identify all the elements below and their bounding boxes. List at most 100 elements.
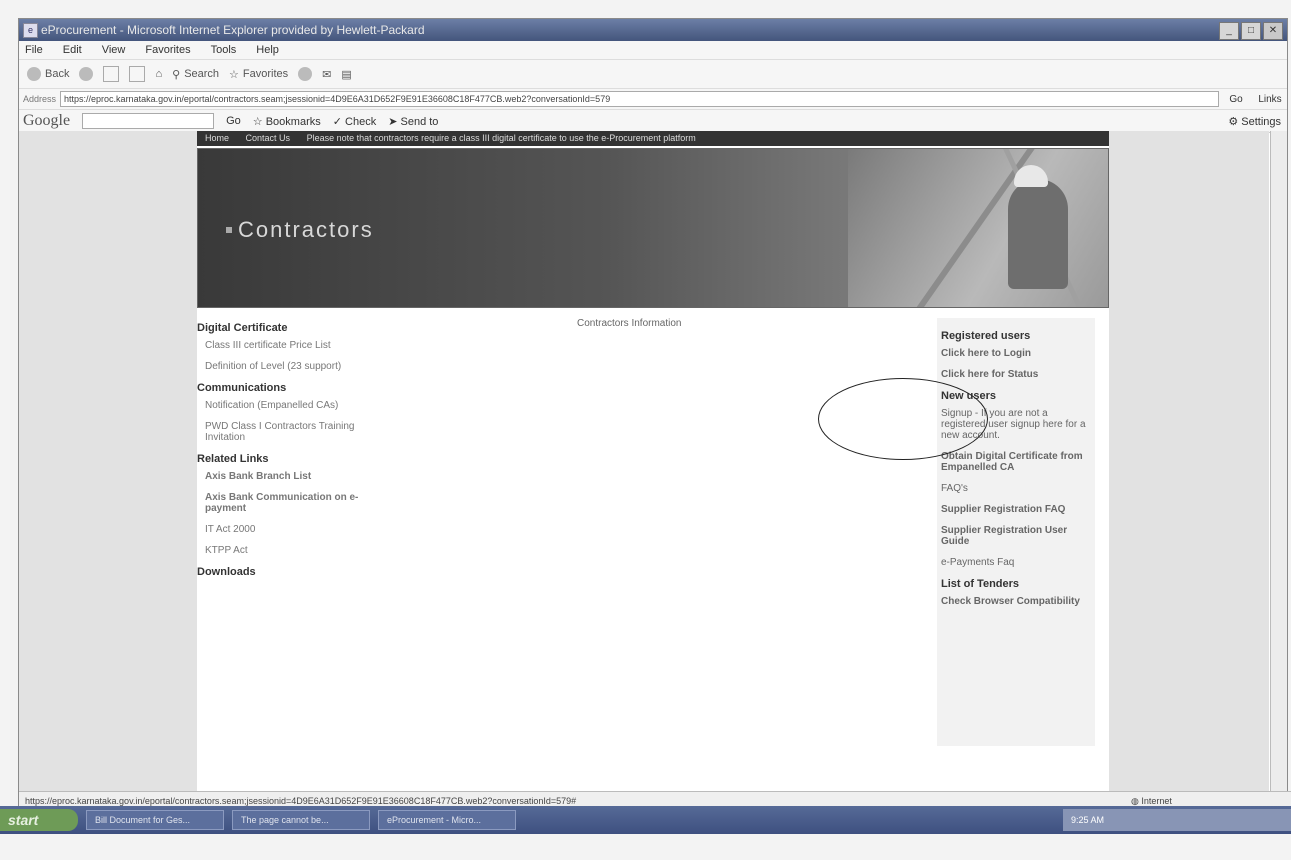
minimize-icon[interactable]: _ xyxy=(1219,22,1239,40)
notice-text: Please note that contractors require a c… xyxy=(306,133,696,143)
nav-home-link[interactable]: Home xyxy=(205,133,229,143)
status-link[interactable]: Click here for Status xyxy=(941,369,1091,380)
vertical-scrollbar[interactable] xyxy=(1270,131,1287,791)
history-button[interactable] xyxy=(298,67,313,81)
favorites-label: Favorites xyxy=(242,68,289,80)
epayments-faq-link[interactable]: e-Payments Faq xyxy=(941,557,1091,568)
login-link[interactable]: Click here to Login xyxy=(941,348,1091,359)
links-button[interactable]: Links xyxy=(1253,94,1287,105)
stop-button[interactable] xyxy=(103,66,120,82)
google-toolbar: Google Go ☆ Bookmarks ✓ Check ➤ Send to … xyxy=(19,110,1287,133)
settings-label: Settings xyxy=(1241,115,1281,128)
related-links-heading: Related Links xyxy=(197,453,269,465)
search-icon: ⚲ xyxy=(172,68,181,81)
taskbar: start Bill Document for Ges... The page … xyxy=(0,806,1291,834)
page-viewport: Home Contact Us Please note that contrac… xyxy=(19,131,1269,791)
window-title: eProcurement - Microsoft Internet Explor… xyxy=(41,23,425,37)
close-icon[interactable]: ✕ xyxy=(1263,22,1283,40)
axis-branch-link[interactable]: Axis Bank Branch List xyxy=(205,471,367,482)
gear-icon: ⚙ xyxy=(1228,115,1242,128)
star-icon: ☆ xyxy=(229,68,239,81)
supplier-faq-link[interactable]: Supplier Registration FAQ xyxy=(941,504,1091,515)
browser-window: e eProcurement - Microsoft Internet Expl… xyxy=(18,18,1291,830)
hand-drawn-circle-annotation xyxy=(818,378,988,460)
back-label: Back xyxy=(45,68,70,80)
contractors-banner: Contractors xyxy=(197,148,1109,308)
nav-contact-link[interactable]: Contact Us xyxy=(246,133,291,143)
google-search-input[interactable] xyxy=(82,113,215,129)
print-button[interactable]: ▤ xyxy=(341,68,351,81)
communications-heading: Communications xyxy=(197,382,287,394)
contractors-information: Contractors Information xyxy=(577,318,682,329)
back-arrow-icon xyxy=(27,67,41,81)
address-input[interactable]: https://eproc.karnataka.gov.in/eportal/c… xyxy=(60,91,1219,107)
google-logo: Google xyxy=(23,112,71,129)
axis-communication-link[interactable]: Axis Bank Communication on e-payment xyxy=(205,492,367,514)
refresh-button[interactable] xyxy=(129,66,146,82)
check-icon: ✓ xyxy=(332,115,346,128)
banner-title: Contractors xyxy=(238,217,374,242)
menu-tools[interactable]: Tools xyxy=(211,41,237,59)
it-act-link[interactable]: IT Act 2000 xyxy=(205,524,367,535)
menu-view[interactable]: View xyxy=(102,41,126,59)
class3-price-link[interactable]: Class III certificate Price List xyxy=(205,340,367,351)
address-bar: Address https://eproc.karnataka.gov.in/e… xyxy=(19,89,1287,110)
back-button[interactable]: Back xyxy=(27,67,69,81)
bullet-icon xyxy=(226,227,232,233)
menu-file[interactable]: File xyxy=(25,41,43,59)
obtain-certificate-link[interactable]: Obtain Digital Certificate from Empanell… xyxy=(941,451,1091,473)
search-label: Search xyxy=(184,68,220,80)
web-page: Home Contact Us Please note that contrac… xyxy=(197,131,1109,791)
bookmarks-label: Bookmarks xyxy=(265,115,321,128)
mail-button[interactable]: ✉ xyxy=(322,68,331,81)
taskbar-item-eprocurement[interactable]: eProcurement - Micro... xyxy=(378,810,516,830)
ie-icon: e xyxy=(23,23,38,38)
registered-users-heading: Registered users xyxy=(941,330,1031,342)
maximize-icon[interactable]: □ xyxy=(1241,22,1261,40)
history-icon xyxy=(298,67,313,81)
bookmarks-button[interactable]: ☆ Bookmarks xyxy=(253,115,321,128)
top-nav: Home Contact Us Please note that contrac… xyxy=(197,131,1109,146)
zone-label: Internet xyxy=(1141,796,1172,806)
start-button[interactable]: start xyxy=(0,809,78,831)
worker-figure xyxy=(1008,179,1068,289)
forward-button[interactable] xyxy=(79,67,94,81)
globe-icon: ◍ xyxy=(1131,796,1142,806)
address-label: Address xyxy=(23,94,57,104)
browser-compatibility-link[interactable]: Check Browser Compatibility xyxy=(941,596,1091,607)
send-to-label: Send to xyxy=(400,115,439,128)
menu-edit[interactable]: Edit xyxy=(63,41,82,59)
title-bar: e eProcurement - Microsoft Internet Expl… xyxy=(19,19,1287,41)
check-button[interactable]: ✓ Check xyxy=(333,115,376,128)
pwd-training-link[interactable]: PWD Class I Contractors Training Invitat… xyxy=(205,421,367,443)
check-label: Check xyxy=(345,115,377,128)
taskbar-item-document[interactable]: Bill Document for Ges... xyxy=(86,810,224,830)
go-button[interactable]: Go xyxy=(1219,94,1253,105)
settings-button[interactable]: ⚙ Settings xyxy=(1228,115,1281,128)
favorites-button[interactable]: ☆ Favorites xyxy=(229,68,288,81)
menu-bar: File Edit View Favorites Tools Help xyxy=(19,41,1287,60)
clock: 9:25 AM xyxy=(1071,815,1105,825)
home-button[interactable]: ⌂ xyxy=(155,68,162,80)
search-button[interactable]: ⚲ Search xyxy=(172,68,219,81)
supplier-guide-link[interactable]: Supplier Registration User Guide xyxy=(941,525,1091,547)
system-tray: 9:25 AM xyxy=(1063,809,1291,831)
ktpp-act-link[interactable]: KTPP Act xyxy=(205,545,367,556)
definition-level-link[interactable]: Definition of Level (23 support) xyxy=(205,361,367,372)
forward-arrow-icon xyxy=(79,67,94,81)
left-sidebar: Digital Certificate Class III certificat… xyxy=(197,314,367,584)
standard-toolbar: Back ⌂ ⚲ Search ☆ Favorites ✉ ▤ xyxy=(19,60,1287,89)
menu-help[interactable]: Help xyxy=(256,41,279,59)
star-icon: ☆ xyxy=(252,115,266,128)
google-go-button[interactable]: Go xyxy=(226,115,241,127)
digital-certificate-heading: Digital Certificate xyxy=(197,322,288,334)
send-to-button[interactable]: ➤ Send to xyxy=(388,115,438,128)
downloads-heading: Downloads xyxy=(197,566,256,578)
right-sidebar: Registered users Click here to Login Cli… xyxy=(937,318,1095,746)
faqs-link[interactable]: FAQ's xyxy=(941,483,1091,494)
taskbar-item-page-error[interactable]: The page cannot be... xyxy=(232,810,370,830)
menu-favorites[interactable]: Favorites xyxy=(145,41,190,59)
send-icon: ➤ xyxy=(388,115,401,128)
list-of-tenders-link[interactable]: List of Tenders xyxy=(941,578,1091,590)
notification-link[interactable]: Notification (Empanelled CAs) xyxy=(205,400,367,411)
